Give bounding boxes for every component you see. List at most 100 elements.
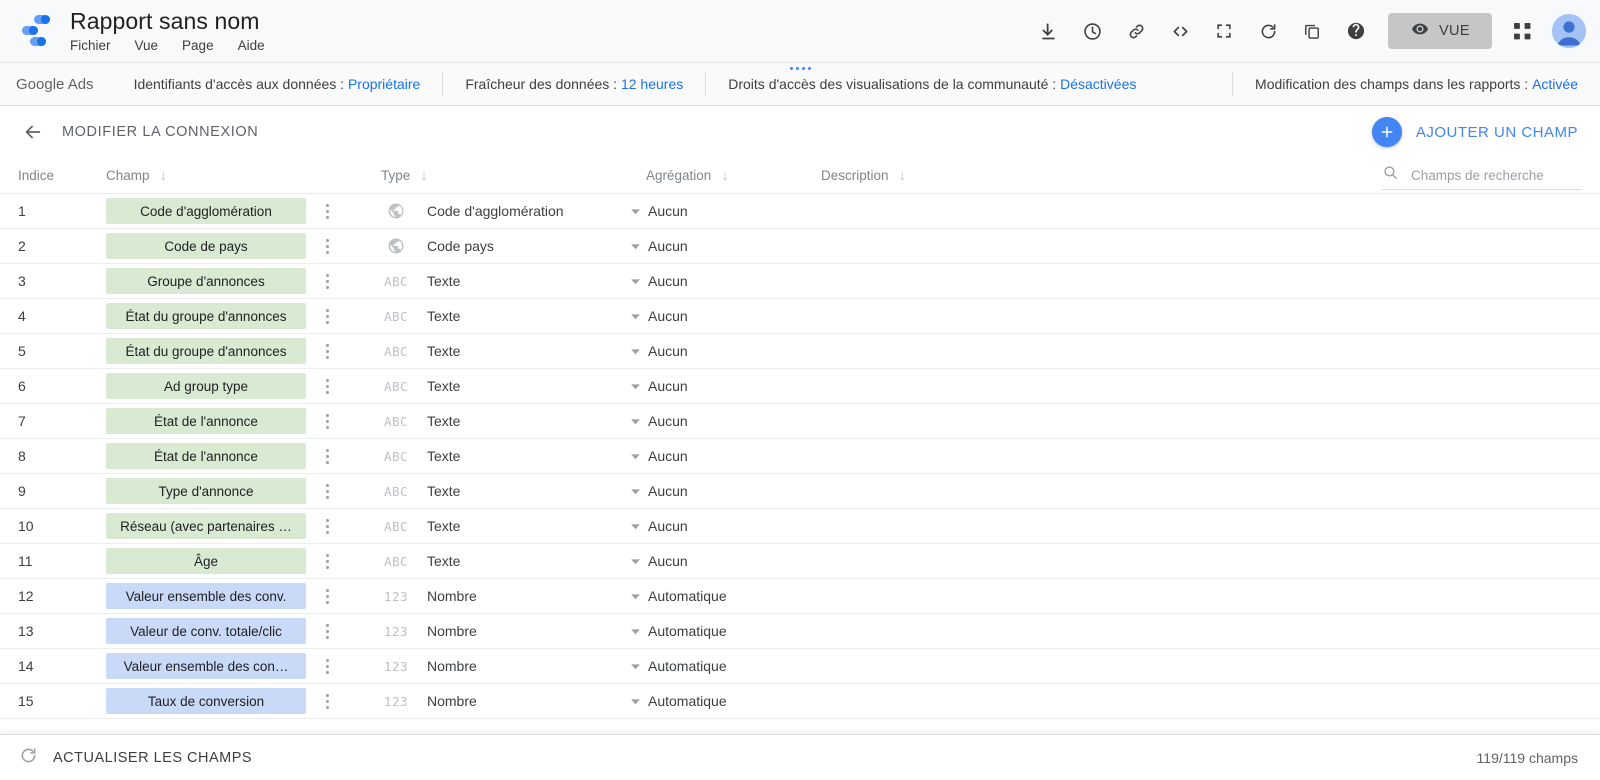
row-more-options-icon[interactable] xyxy=(316,308,338,324)
apps-grid-icon[interactable] xyxy=(1500,9,1544,53)
refresh-data-button[interactable] xyxy=(1246,9,1290,53)
chevron-down-icon[interactable] xyxy=(624,240,646,253)
field-name-chip[interactable]: Groupe d'annonces xyxy=(106,268,306,294)
table-row[interactable]: 4 État du groupe d'annonces ABC Texte Aucun xyxy=(0,299,1600,334)
row-more-options-icon[interactable] xyxy=(316,658,338,674)
row-type-cell[interactable]: Code d'agglomération xyxy=(381,201,646,221)
table-row[interactable]: 7 État de l'annonce ABC Texte Aucun xyxy=(0,404,1600,439)
field-name-chip[interactable]: État de l'annonce xyxy=(106,408,306,434)
row-aggregation-cell[interactable]: Aucun xyxy=(646,273,821,289)
column-header-type[interactable]: Type ↓ xyxy=(381,168,646,183)
table-row[interactable]: 6 Ad group type ABC Texte Aucun xyxy=(0,369,1600,404)
menu-aide[interactable]: Aide xyxy=(238,36,277,55)
column-header-field[interactable]: Champ ↓ xyxy=(106,168,381,183)
field-name-chip[interactable]: Taux de conversion xyxy=(106,688,306,714)
row-type-cell[interactable]: ABC Texte xyxy=(381,378,646,394)
row-type-cell[interactable]: ABC Texte xyxy=(381,518,646,534)
row-more-options-icon[interactable] xyxy=(316,483,338,499)
row-type-cell[interactable]: ABC Texte xyxy=(381,308,646,324)
menu-vue[interactable]: Vue xyxy=(135,36,171,55)
row-aggregation-cell[interactable]: Aucun xyxy=(646,238,821,254)
table-row[interactable]: 12 Valeur ensemble des conv. 123 Nombre Auto… xyxy=(0,579,1600,614)
table-row[interactable]: 8 État de l'annonce ABC Texte Aucun xyxy=(0,439,1600,474)
info-field-editing-value[interactable]: Activée xyxy=(1532,76,1578,92)
column-header-description[interactable]: Description ↓ xyxy=(821,168,1382,183)
row-more-options-icon[interactable] xyxy=(316,273,338,289)
search-input[interactable] xyxy=(1409,166,1582,184)
row-type-cell[interactable]: ABC Texte xyxy=(381,553,646,569)
chevron-down-icon[interactable] xyxy=(624,345,646,358)
chevron-down-icon[interactable] xyxy=(624,310,646,323)
fullscreen-button[interactable] xyxy=(1202,9,1246,53)
field-name-chip[interactable]: État de l'annonce xyxy=(106,443,306,469)
row-type-cell[interactable]: ABC Texte xyxy=(381,413,646,429)
info-credentials-value[interactable]: Propriétaire xyxy=(348,76,420,92)
chevron-down-icon[interactable] xyxy=(624,625,646,638)
chevron-down-icon[interactable] xyxy=(624,555,646,568)
row-aggregation-cell[interactable]: Aucun xyxy=(646,483,821,499)
chevron-down-icon[interactable] xyxy=(624,485,646,498)
row-aggregation-cell[interactable]: Automatique xyxy=(646,693,821,709)
chevron-down-icon[interactable] xyxy=(624,450,646,463)
drag-handle-dots-icon[interactable] xyxy=(0,67,1600,70)
chevron-down-icon[interactable] xyxy=(624,590,646,603)
menu-fichier[interactable]: Fichier xyxy=(70,36,123,55)
version-history-button[interactable] xyxy=(1070,9,1114,53)
row-type-cell[interactable]: ABC Texte xyxy=(381,273,646,289)
row-more-options-icon[interactable] xyxy=(316,623,338,639)
chevron-down-icon[interactable] xyxy=(624,275,646,288)
row-type-cell[interactable]: 123 Nombre xyxy=(381,658,646,674)
chevron-down-icon[interactable] xyxy=(624,520,646,533)
field-name-chip[interactable]: Valeur ensemble des con… xyxy=(106,653,306,679)
row-more-options-icon[interactable] xyxy=(316,343,338,359)
refresh-fields-button[interactable]: ACTUALISER LES CHAMPS xyxy=(18,745,252,771)
chevron-down-icon[interactable] xyxy=(624,415,646,428)
arrow-back-icon[interactable] xyxy=(14,113,52,151)
row-aggregation-cell[interactable]: Automatique xyxy=(646,623,821,639)
table-row[interactable]: 13 Valeur de conv. totale/clic 123 Nombre Au… xyxy=(0,614,1600,649)
row-aggregation-cell[interactable]: Aucun xyxy=(646,378,821,394)
table-row[interactable]: 5 État du groupe d'annonces ABC Texte Aucun xyxy=(0,334,1600,369)
row-more-options-icon[interactable] xyxy=(316,448,338,464)
row-type-cell[interactable]: 123 Nombre xyxy=(381,693,646,709)
row-more-options-icon[interactable] xyxy=(316,238,338,254)
row-type-cell[interactable]: 123 Nombre xyxy=(381,623,646,639)
field-name-chip[interactable]: Ad group type xyxy=(106,373,306,399)
row-aggregation-cell[interactable]: Aucun xyxy=(646,343,821,359)
row-aggregation-cell[interactable]: Automatique xyxy=(646,658,821,674)
row-type-cell[interactable]: ABC Texte xyxy=(381,343,646,359)
download-button[interactable] xyxy=(1026,9,1070,53)
help-button[interactable] xyxy=(1334,9,1378,53)
table-row[interactable]: 14 Valeur ensemble des con… 123 Nombre Autom… xyxy=(0,649,1600,684)
table-row[interactable]: 10 Réseau (avec partenaires … ABC Texte Aucu… xyxy=(0,509,1600,544)
row-more-options-icon[interactable] xyxy=(316,553,338,569)
table-row[interactable]: 15 Taux de conversion 123 Nombre Automatique xyxy=(0,684,1600,719)
table-row[interactable]: 3 Groupe d'annonces ABC Texte Aucun xyxy=(0,264,1600,299)
sort-arrow-down-icon[interactable]: ↓ xyxy=(721,168,729,183)
info-freshness-value[interactable]: 12 heures xyxy=(621,76,683,92)
embed-code-button[interactable] xyxy=(1158,9,1202,53)
field-name-chip[interactable]: Âge xyxy=(106,548,306,574)
row-type-cell[interactable]: ABC Texte xyxy=(381,448,646,464)
table-row[interactable]: 9 Type d'annonce ABC Texte Aucun xyxy=(0,474,1600,509)
view-mode-button[interactable]: VUE xyxy=(1388,13,1492,49)
row-aggregation-cell[interactable]: Aucun xyxy=(646,553,821,569)
page-title[interactable]: Rapport sans nom xyxy=(70,8,289,34)
field-name-chip[interactable]: État du groupe d'annonces xyxy=(106,338,306,364)
menu-page[interactable]: Page xyxy=(182,36,226,55)
share-link-button[interactable] xyxy=(1114,9,1158,53)
table-row[interactable]: 11 Âge ABC Texte Aucun xyxy=(0,544,1600,579)
field-name-chip[interactable]: Code d'agglomération xyxy=(106,198,306,224)
chevron-down-icon[interactable] xyxy=(624,695,646,708)
row-aggregation-cell[interactable]: Aucun xyxy=(646,518,821,534)
row-type-cell[interactable]: 123 Nombre xyxy=(381,588,646,604)
field-name-chip[interactable]: Type d'annonce xyxy=(106,478,306,504)
row-type-cell[interactable]: Code pays xyxy=(381,236,646,256)
row-more-options-icon[interactable] xyxy=(316,413,338,429)
sort-arrow-down-icon[interactable]: ↓ xyxy=(420,168,428,183)
sort-arrow-down-icon[interactable]: ↓ xyxy=(899,168,907,183)
row-more-options-icon[interactable] xyxy=(316,693,338,709)
chevron-down-icon[interactable] xyxy=(624,660,646,673)
row-type-cell[interactable]: ABC Texte xyxy=(381,483,646,499)
make-a-copy-button[interactable] xyxy=(1290,9,1334,53)
